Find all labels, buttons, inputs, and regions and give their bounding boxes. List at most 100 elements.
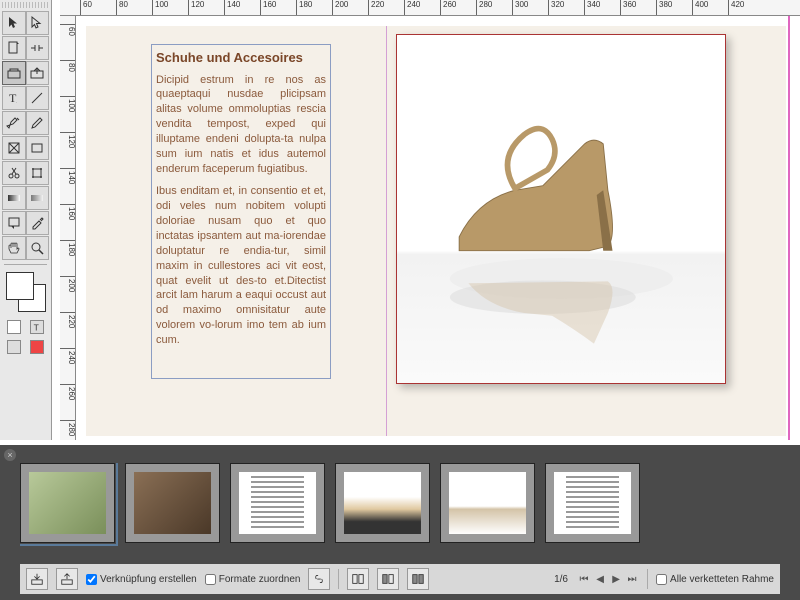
conveyor-thumbnail[interactable] <box>545 463 640 543</box>
content-conveyor-panel: × Verknüpfung erstellen Formate zuordnen… <box>0 445 800 600</box>
horizontal-ruler[interactable]: 6080100120140160180200220240260280300320… <box>60 0 800 16</box>
toolbox-grip[interactable] <box>2 2 49 8</box>
ruler-tick: 180 <box>60 240 76 256</box>
ruler-tick: 80 <box>116 0 128 16</box>
content-collector-icon <box>6 65 22 81</box>
vertical-ruler[interactable]: 6080100120140160180200220240260280300320… <box>60 16 76 440</box>
type-tool[interactable]: T. <box>2 86 26 110</box>
ruler-tick: 240 <box>404 0 420 16</box>
map-formats-checkbox[interactable]: Formate zuordnen <box>205 574 301 585</box>
nav-next-button[interactable]: ▶ <box>609 572 623 586</box>
conveyor-thumbnail[interactable] <box>335 463 430 543</box>
apply-container-btn[interactable] <box>7 320 21 334</box>
edit-links-button[interactable] <box>308 568 330 590</box>
image-frame[interactable] <box>396 34 726 384</box>
page-spread: Schuhe und Accesoires Dicipid estrum in … <box>86 26 786 436</box>
ruler-tick: 160 <box>60 204 76 220</box>
placed-image <box>397 35 725 383</box>
content-collector-tool[interactable] <box>2 61 26 85</box>
create-link-label: Verknüpfung erstellen <box>100 574 197 585</box>
content-placer-tool[interactable] <box>26 61 50 85</box>
all-linked-frames-checkbox[interactable]: Alle verketteten Rahme <box>656 574 774 585</box>
pencil-tool[interactable] <box>26 111 50 135</box>
note-tool-icon <box>6 215 22 231</box>
nav-prev-button[interactable]: ◀ <box>593 572 607 586</box>
eyedropper-tool[interactable] <box>26 211 50 235</box>
hand-tool[interactable] <box>2 236 26 260</box>
fill-swatch[interactable] <box>6 272 34 300</box>
place-mode-icon <box>351 572 365 586</box>
ruler-tick: 260 <box>440 0 456 16</box>
text-frame-paragraph: Dicipid estrum in re nos as quaeptaqui n… <box>156 73 326 177</box>
ruler-tick: 360 <box>620 0 636 16</box>
page-indicator: 1/6 <box>547 574 575 585</box>
gradient-swatch-icon <box>6 190 22 206</box>
selection-tool[interactable] <box>2 11 26 35</box>
toolbox-panel: T. T <box>0 0 52 440</box>
nav-first-button[interactable]: ⏮ <box>577 572 591 586</box>
panel-close-button[interactable]: × <box>4 449 16 461</box>
page-navigation: 1/6 ⏮ ◀ ▶ ⏭ <box>547 572 639 586</box>
normal-view-btn[interactable] <box>7 340 21 354</box>
text-frame[interactable]: Schuhe und Accesoires Dicipid estrum in … <box>151 44 331 379</box>
ruler-tick: 260 <box>60 384 76 400</box>
gradient-feather-tool[interactable] <box>26 186 50 210</box>
preview-view-btn[interactable] <box>30 340 44 354</box>
document-canvas[interactable]: Schuhe und Accesoires Dicipid estrum in … <box>76 16 800 440</box>
thumbnail-content <box>344 472 421 534</box>
page-margin-guide <box>386 26 387 436</box>
place-mode-2-button[interactable] <box>377 568 399 590</box>
place-mode-3-button[interactable] <box>407 568 429 590</box>
page-tool[interactable] <box>2 36 26 60</box>
ruler-tick: 340 <box>584 0 600 16</box>
rectangle-tool-icon <box>29 140 45 156</box>
conveyor-thumbnail[interactable] <box>440 463 535 543</box>
line-tool[interactable] <box>26 86 50 110</box>
rectangle-frame-tool[interactable] <box>2 136 26 160</box>
ruler-tick: 200 <box>332 0 348 16</box>
ruler-tick: 180 <box>296 0 312 16</box>
free-transform-icon <box>29 165 45 181</box>
fill-stroke-swatch[interactable] <box>6 272 46 312</box>
toolbar-separator <box>647 569 648 589</box>
selection-icon <box>6 15 22 31</box>
ruler-tick: 60 <box>80 0 92 16</box>
place-mode-icon <box>411 572 425 586</box>
direct-selection-tool[interactable] <box>26 11 50 35</box>
conveyor-toolbar: Verknüpfung erstellen Formate zuordnen 1… <box>20 564 780 594</box>
color-apply-mode: T <box>2 320 49 334</box>
thumbnail-strip[interactable] <box>20 463 780 558</box>
ruler-tick: 140 <box>224 0 240 16</box>
scissors-tool[interactable] <box>2 161 26 185</box>
zoom-tool[interactable] <box>26 236 50 260</box>
ruler-tick: 400 <box>692 0 708 16</box>
gradient-swatch-tool[interactable] <box>2 186 26 210</box>
ruler-tick: 220 <box>60 312 76 328</box>
text-frame-paragraph: Ibus enditam et, in consentio et et, odi… <box>156 184 326 347</box>
ruler-tick: 160 <box>260 0 276 16</box>
rectangle-tool[interactable] <box>26 136 50 160</box>
apply-text-btn[interactable]: T <box>30 320 44 334</box>
place-conveyor-button[interactable] <box>56 568 78 590</box>
ruler-tick: 300 <box>512 0 528 16</box>
conveyor-thumbnail[interactable] <box>20 463 115 543</box>
note-tool[interactable] <box>2 211 26 235</box>
load-conveyor-button[interactable] <box>26 568 48 590</box>
conveyor-thumbnail[interactable] <box>125 463 220 543</box>
free-transform-tool[interactable] <box>26 161 50 185</box>
thumbnail-content <box>29 472 106 534</box>
type-tool-icon: T. <box>6 90 22 106</box>
place-mode-1-button[interactable] <box>347 568 369 590</box>
rectangle-frame-icon <box>6 140 22 156</box>
ruler-tick: 320 <box>548 0 564 16</box>
conveyor-thumbnail[interactable] <box>230 463 325 543</box>
thumbnail-content <box>134 472 211 534</box>
pen-tool[interactable] <box>2 111 26 135</box>
ruler-tick: 80 <box>60 60 76 72</box>
create-link-checkbox[interactable]: Verknüpfung erstellen <box>86 574 197 585</box>
gap-tool[interactable] <box>26 36 50 60</box>
link-edit-icon <box>312 572 326 586</box>
all-linked-frames-label: Alle verketteten Rahme <box>670 574 774 585</box>
nav-last-button[interactable]: ⏭ <box>625 572 639 586</box>
ruler-tick: 280 <box>60 420 76 436</box>
